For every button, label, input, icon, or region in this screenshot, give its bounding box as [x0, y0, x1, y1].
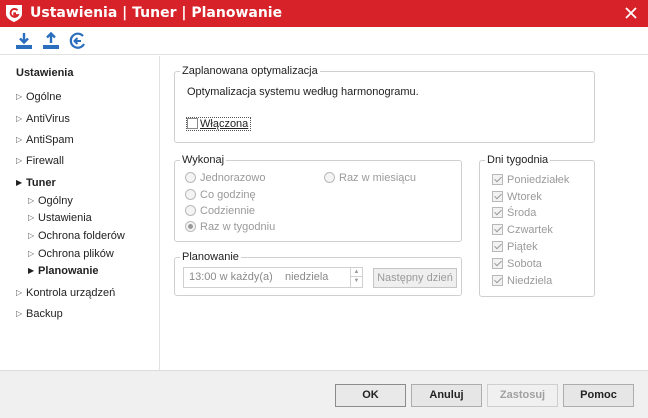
chevron-right-icon: ▷ [28, 231, 35, 240]
toolbar [0, 27, 648, 55]
checkbox-checked-icon [492, 257, 503, 269]
weekday-sroda[interactable]: Środa [492, 206, 536, 220]
scheduled-description: Optymalizacja systemu według harmonogram… [187, 86, 419, 98]
chevron-right-icon: ▶ [16, 178, 23, 187]
sidebar-item-ochrona-folderow[interactable]: ▷ Ochrona folderów [28, 228, 125, 244]
radio-codziennie[interactable]: Codziennie [185, 204, 255, 218]
close-icon[interactable] [622, 4, 640, 22]
chevron-right-icon: ▷ [28, 196, 35, 205]
weekday-poniedzialek[interactable]: Poniedziałek [492, 173, 569, 187]
weekday-niedziela[interactable]: Niedziela [492, 274, 552, 288]
radio-jednorazowo[interactable]: Jednorazowo [185, 171, 265, 185]
gdata-logo-icon [6, 5, 22, 22]
sidebar-item-ustawienia[interactable]: ▷ Ustawienia [28, 210, 92, 226]
radio-raz-w-miesiacu[interactable]: Raz w miesiącu [324, 171, 416, 185]
cancel-button[interactable]: Anuluj [411, 384, 482, 407]
weekday-wtorek[interactable]: Wtorek [492, 190, 542, 204]
chevron-right-icon: ▷ [16, 288, 23, 297]
checkbox-checked-icon [492, 223, 503, 235]
checkbox-checked-icon [492, 173, 503, 185]
radio-icon [185, 188, 196, 200]
sidebar-item-planowanie[interactable]: ▶ Planowanie [28, 263, 99, 279]
ok-button[interactable]: OK [335, 384, 406, 407]
settings-sidebar: Ustawienia ▷ Ogólne ▷ AntiVirus ▷ AntiSpam … [0, 56, 160, 370]
download-icon[interactable] [14, 31, 34, 51]
title-bar: Ustawienia | Tuner | Planowanie [0, 0, 648, 27]
chevron-right-icon: ▷ [16, 135, 23, 144]
upload-icon[interactable] [41, 31, 61, 51]
weekday-czwartek[interactable]: Czwartek [492, 223, 553, 237]
radio-selected-icon [185, 220, 196, 232]
radio-icon [185, 171, 196, 183]
checkbox-icon [187, 117, 198, 129]
spinner-up-icon[interactable]: ▲ [351, 268, 362, 277]
chevron-right-icon: ▷ [16, 156, 23, 165]
radio-icon [324, 171, 335, 183]
enabled-checkbox[interactable]: Włączona [186, 117, 252, 131]
sidebar-item-ochrona-plikow[interactable]: ▷ Ochrona plików [28, 246, 114, 262]
next-day-button[interactable]: Następny dzień [373, 268, 457, 288]
checkbox-checked-icon [492, 240, 503, 252]
group-legend: Zaplanowana optymalizacja [180, 65, 320, 78]
sidebar-item-antivirus[interactable]: ▷ AntiVirus [16, 111, 70, 127]
group-legend: Wykonaj [180, 154, 227, 167]
checkbox-checked-icon [492, 274, 503, 286]
radio-raz-w-tygodniu[interactable]: Raz w tygodniu [185, 220, 275, 234]
sidebar-item-ogolny[interactable]: ▷ Ogólny [28, 193, 73, 209]
chevron-right-icon: ▷ [28, 213, 35, 222]
checkbox-checked-icon [492, 190, 503, 202]
sidebar-item-antispam[interactable]: ▷ AntiSpam [16, 132, 74, 148]
sidebar-item-kontrola-urzadzen[interactable]: ▷ Kontrola urządzeń [16, 285, 115, 301]
sidebar-item-firewall[interactable]: ▷ Firewall [16, 153, 64, 169]
checkbox-checked-icon [492, 206, 503, 218]
chevron-right-icon: ▷ [16, 114, 23, 123]
window-title: Ustawienia | Tuner | Planowanie [30, 5, 283, 21]
help-button[interactable]: Pomoc [563, 384, 634, 407]
chevron-right-icon: ▷ [16, 309, 23, 318]
spinner[interactable]: ▲ ▼ [350, 268, 362, 287]
chevron-right-icon: ▶ [28, 266, 35, 275]
sidebar-heading: Ustawienia [16, 67, 74, 79]
spinner-down-icon[interactable]: ▼ [351, 277, 362, 286]
apply-button[interactable]: Zastosuj [487, 384, 558, 407]
restore-icon[interactable] [68, 31, 88, 51]
schedule-time-input[interactable]: 13:00 w każdy(a) niedziela ▲ ▼ [183, 267, 363, 288]
weekday-piatek[interactable]: Piątek [492, 240, 538, 254]
group-legend: Dni tygodnia [485, 154, 551, 167]
group-legend: Planowanie [180, 251, 241, 264]
dialog-footer: OK Anuluj Zastosuj Pomoc [0, 370, 648, 418]
radio-co-godzine[interactable]: Co godzinę [185, 188, 256, 202]
sidebar-item-tuner[interactable]: ▶ Tuner [16, 175, 56, 191]
chevron-right-icon: ▷ [28, 249, 35, 258]
radio-icon [185, 204, 196, 216]
weekday-sobota[interactable]: Sobota [492, 257, 542, 271]
chevron-right-icon: ▷ [16, 92, 23, 101]
sidebar-item-backup[interactable]: ▷ Backup [16, 306, 63, 322]
scheduled-optimization-group: Zaplanowana optymalizacja Optymalizacja … [174, 65, 595, 143]
sidebar-item-ogolne[interactable]: ▷ Ogólne [16, 89, 61, 105]
